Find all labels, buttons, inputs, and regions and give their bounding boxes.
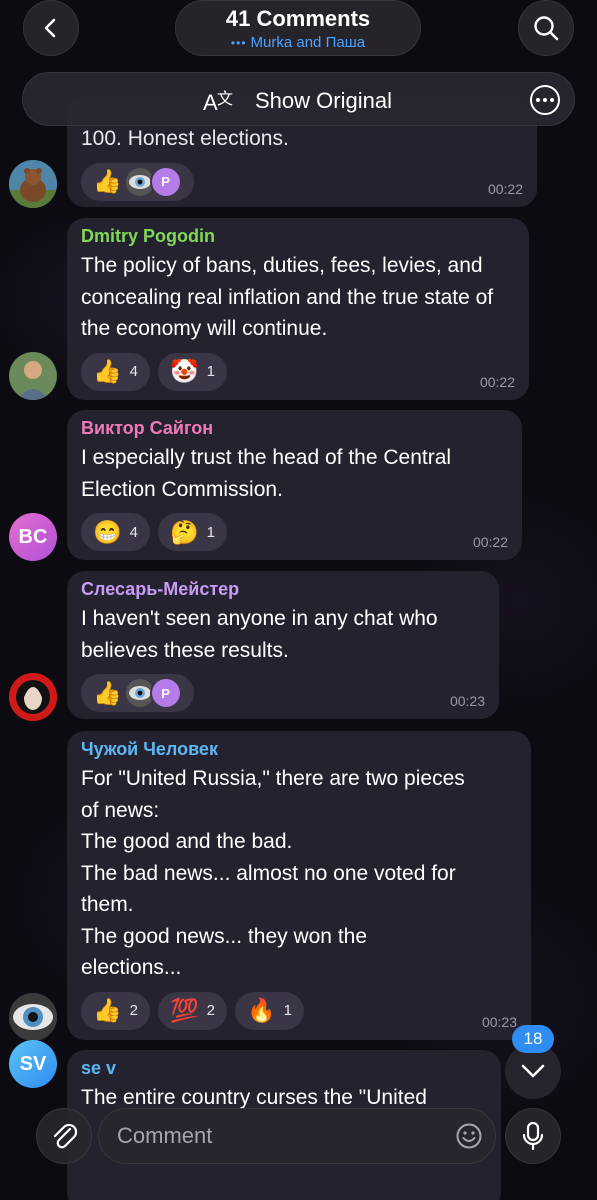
message-time: 00:22 [479, 374, 515, 390]
message-text-line: them. [81, 893, 134, 916]
reaction-thumbs-up[interactable]: 👍 4 [81, 352, 150, 391]
message-text: The policy of bans, duties, fees, levies… [81, 254, 494, 340]
grin-icon: 😁 [93, 518, 122, 545]
clown-icon: 🤡 [169, 358, 199, 384]
svg-text:文: 文 [217, 89, 233, 108]
reactions-row: 👍 P [81, 674, 485, 712]
user-avatar-sv[interactable]: SV [9, 1040, 57, 1088]
fire-icon: 🔥 [246, 997, 276, 1023]
user-avatar-bear[interactable] [9, 160, 57, 208]
comment-input[interactable] [117, 1121, 437, 1151]
thumbs-up-icon: 👍 [93, 679, 122, 706]
reactor-avatar-initial: P [149, 677, 182, 709]
chevron-left-icon [44, 18, 56, 38]
thumbs-up-icon: 👍 [93, 997, 122, 1023]
reaction-count: 2 [206, 1002, 215, 1019]
attach-button[interactable] [36, 1108, 92, 1164]
reaction-thumbs-up[interactable]: 👍 P [81, 674, 194, 712]
message-text-line: The good and the bad. [81, 830, 293, 853]
reaction-count: 4 [129, 523, 138, 541]
message-author[interactable]: Чужой Человек [81, 739, 517, 760]
dot [543, 98, 547, 102]
message-bubble[interactable]: Слесарь-Мейстер I haven't seen anyone in… [67, 571, 499, 719]
message-text: I especially trust the head of the Centr… [81, 446, 452, 501]
translation-bar: A文 Show Original [22, 72, 575, 126]
svg-text:A: A [203, 90, 218, 114]
translate-icon: A文 [203, 89, 233, 114]
microphone-icon [522, 1121, 544, 1151]
typing-users: Murka and Паша [250, 34, 366, 51]
reaction-count: 1 [283, 1002, 292, 1019]
search-button[interactable] [518, 0, 574, 56]
reaction-hundred[interactable]: 💯 2 [157, 991, 227, 1030]
comment-composer [98, 1108, 496, 1164]
typing-status: ••• Murka and Паша [176, 34, 420, 51]
page-title: 41 Comments [225, 6, 371, 31]
message-bubble[interactable]: Чужой Человек For "United Russia," there… [67, 731, 531, 1040]
message-author[interactable]: Виктор Сайгон [81, 418, 508, 439]
message-author[interactable]: se v [81, 1058, 487, 1079]
message-bubble[interactable]: Виктор Сайгон I especially trust the hea… [67, 410, 522, 560]
message-text-line: The good news... they won the [81, 924, 368, 948]
user-avatar-eye[interactable] [9, 993, 57, 1041]
reaction-count: 1 [206, 363, 215, 380]
user-avatar-dmitry[interactable] [9, 352, 57, 400]
message-text-line: elections... [81, 956, 182, 979]
reaction-grin[interactable]: 😁 4 [81, 513, 150, 551]
message-author[interactable]: Слесарь-Мейстер [81, 579, 485, 600]
reaction-thumbs-up[interactable]: 👍 P [81, 162, 194, 201]
chat-title[interactable]: 41 Comments ••• Murka and Паша [175, 0, 421, 56]
reaction-count: 4 [129, 363, 138, 380]
reactions-row: 😁 4 🤔 1 [81, 513, 508, 551]
chevron-down-icon [521, 1064, 545, 1078]
user-avatar-bc[interactable]: BC [9, 513, 57, 561]
message-text-line: For "United Russia," there are two piece… [81, 767, 465, 790]
reactor-avatar-initial: P [149, 165, 182, 198]
back-button[interactable] [23, 0, 79, 56]
top-bar: 41 Comments ••• Murka and Паша [0, 0, 597, 70]
user-avatar-slesar[interactable] [9, 673, 57, 721]
emoji-icon[interactable] [455, 1122, 483, 1150]
message-text: 100. Honest elections. [81, 127, 289, 150]
reactions-row: 👍 4 🤡 1 [81, 352, 515, 391]
dot [550, 98, 554, 102]
message-author[interactable]: Dmitry Pogodin [81, 226, 515, 247]
message-time: 00:23 [481, 1014, 517, 1030]
reaction-count: 2 [129, 1002, 138, 1019]
thinking-icon: 🤔 [169, 518, 199, 545]
thumbs-up-icon: 👍 [93, 358, 122, 384]
voice-message-button[interactable] [505, 1108, 561, 1164]
paperclip-icon [53, 1123, 78, 1149]
message-text-line: The bad news... almost no one voted for [81, 861, 456, 885]
message-time: 00:22 [472, 534, 508, 550]
reaction-fire[interactable]: 🔥 1 [234, 991, 304, 1030]
dot [536, 98, 540, 102]
show-original-button[interactable]: Show Original [255, 88, 392, 114]
reaction-thumbs-up[interactable]: 👍 2 [81, 991, 150, 1030]
reaction-clown[interactable]: 🤡 1 [157, 352, 227, 391]
message-text: I haven't seen anyone in any chat who be… [81, 607, 438, 662]
message-text-line: of news: [81, 798, 160, 822]
search-icon [534, 16, 559, 41]
reactions-row: 👍 P [81, 162, 523, 201]
message-time: 00:22 [487, 181, 523, 197]
hundred-icon: 💯 [169, 997, 199, 1023]
typing-dots-icon: ••• [230, 36, 247, 50]
reaction-thinking[interactable]: 🤔 1 [157, 513, 227, 551]
thumbs-up-icon: 👍 [93, 168, 122, 194]
message-time: 00:23 [449, 693, 485, 709]
more-options-button[interactable] [530, 85, 560, 115]
reaction-count: 1 [206, 523, 215, 541]
unread-count-badge: 18 [512, 1025, 554, 1053]
reactions-row: 👍 2 💯 2 🔥 1 [81, 991, 517, 1030]
message-bubble[interactable]: Dmitry Pogodin The policy of bans, dutie… [67, 218, 529, 400]
